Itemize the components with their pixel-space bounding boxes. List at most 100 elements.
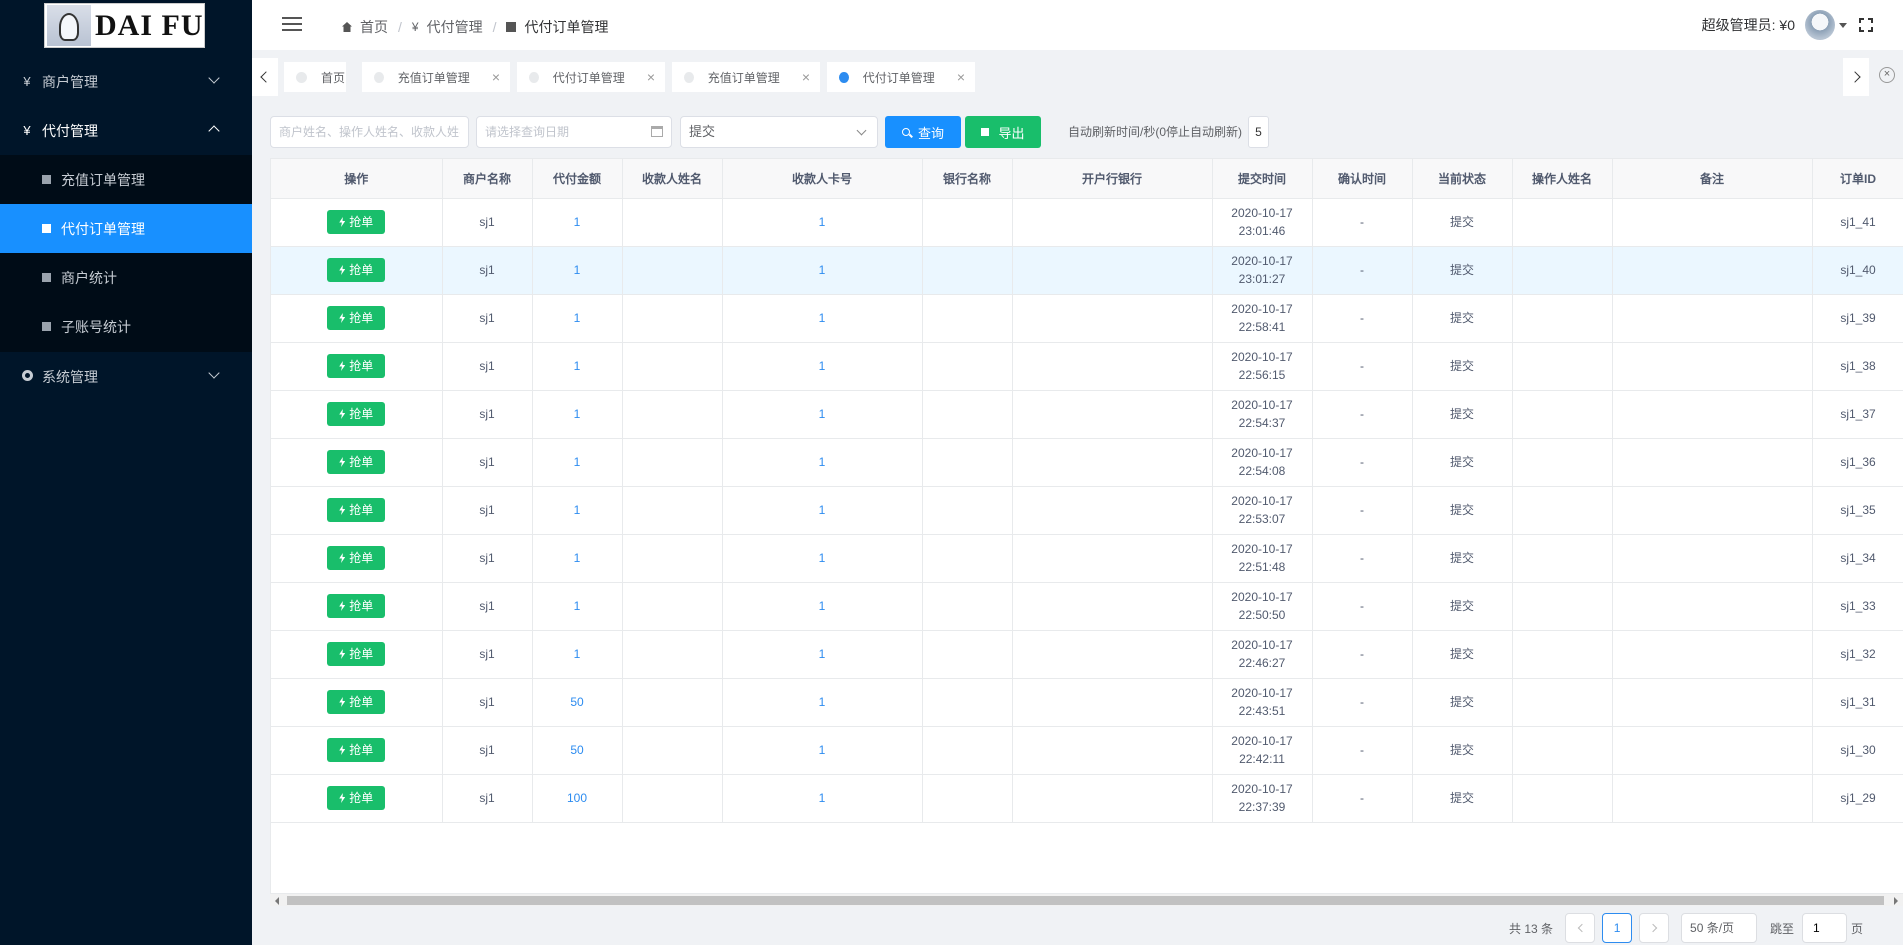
close-icon[interactable]: × bbox=[647, 69, 655, 85]
cell-operator bbox=[1512, 534, 1613, 583]
cell-submit-time: 2020-10-17 23:01:46 bbox=[1212, 198, 1313, 247]
breadcrumb-home[interactable]: 首页 bbox=[360, 17, 388, 37]
export-icon bbox=[981, 128, 990, 136]
close-icon[interactable]: × bbox=[957, 69, 965, 85]
avatar[interactable] bbox=[1805, 10, 1835, 40]
column-header: 代付金额 bbox=[532, 159, 623, 199]
cell-amount: 1 bbox=[532, 342, 623, 391]
tab-recharge-orders-2[interactable]: 充值订单管理 × bbox=[672, 62, 820, 92]
status-select[interactable]: 提交 bbox=[680, 116, 878, 148]
cell-card-number: 1 bbox=[722, 774, 923, 823]
cell-merchant: sj1 bbox=[442, 630, 533, 679]
query-button-label: 查询 bbox=[917, 125, 944, 141]
cell-branch-bank bbox=[1012, 246, 1213, 295]
submit-clock: 22:46:27 bbox=[1238, 656, 1286, 670]
grab-order-button[interactable]: 抢单 bbox=[327, 306, 386, 330]
cell-status: 提交 bbox=[1412, 486, 1513, 535]
query-button[interactable]: 查询 bbox=[885, 116, 961, 148]
cell-submit-time: 2020-10-17 22:58:41 bbox=[1212, 294, 1313, 343]
cell-merchant: sj1 bbox=[442, 726, 533, 775]
cell-action: 抢单 bbox=[271, 582, 443, 631]
fullscreen-icon[interactable] bbox=[1859, 18, 1873, 32]
grab-order-button[interactable]: 抢单 bbox=[327, 210, 386, 234]
cell-card-number: 1 bbox=[722, 486, 923, 535]
grab-order-button[interactable]: 抢单 bbox=[327, 498, 386, 522]
grab-order-button[interactable]: 抢单 bbox=[327, 690, 386, 714]
tab-home[interactable]: 首页 bbox=[284, 62, 346, 92]
cell-bank-name bbox=[922, 294, 1013, 343]
cell-amount: 1 bbox=[532, 198, 623, 247]
column-header: 当前状态 bbox=[1412, 159, 1513, 199]
tabs-scroll-left-icon[interactable] bbox=[252, 58, 278, 96]
cell-branch-bank bbox=[1012, 582, 1213, 631]
cell-card-number: 1 bbox=[722, 294, 923, 343]
cell-branch-bank bbox=[1012, 534, 1213, 583]
lightning-icon bbox=[339, 361, 346, 371]
auto-refresh-input[interactable] bbox=[1248, 116, 1269, 148]
export-button-label: 导出 bbox=[998, 125, 1025, 141]
tab-recharge-orders[interactable]: 充值订单管理 × bbox=[362, 62, 510, 92]
tab-payout-orders-active[interactable]: 代付订单管理 × bbox=[827, 62, 975, 92]
cell-bank-name bbox=[922, 630, 1013, 679]
scroll-right-icon[interactable] bbox=[1894, 897, 1898, 905]
grab-order-button[interactable]: 抢单 bbox=[327, 786, 386, 810]
page-number-button[interactable]: 1 bbox=[1602, 913, 1633, 943]
grab-order-button[interactable]: 抢单 bbox=[327, 546, 386, 570]
grab-order-button[interactable]: 抢单 bbox=[327, 450, 386, 474]
tabs-scroll-right-icon[interactable] bbox=[1843, 58, 1869, 96]
close-icon[interactable]: × bbox=[492, 69, 500, 85]
page-size-select[interactable]: 50 条/页 bbox=[1681, 913, 1758, 943]
menu-label: 系统管理 bbox=[42, 368, 98, 385]
horizontal-scrollbar[interactable] bbox=[270, 893, 1903, 906]
grab-order-button[interactable]: 抢单 bbox=[327, 258, 386, 282]
menu-toggle-icon[interactable] bbox=[282, 17, 302, 32]
breadcrumb-separator: / bbox=[492, 19, 497, 35]
scroll-left-icon[interactable] bbox=[275, 897, 279, 905]
cell-order-id: sj1_33 bbox=[1812, 582, 1903, 631]
submenu-subaccount-stats[interactable]: 子账号统计 bbox=[0, 302, 252, 351]
menu-system-management[interactable]: 系统管理 bbox=[0, 352, 252, 401]
scrollbar-thumb[interactable] bbox=[287, 896, 1884, 905]
date-input[interactable] bbox=[476, 116, 672, 148]
submit-clock: 22:54:37 bbox=[1238, 416, 1286, 430]
cell-submit-time: 2020-10-17 22:37:39 bbox=[1212, 774, 1313, 823]
cell-branch-bank bbox=[1012, 486, 1213, 535]
cell-payee bbox=[622, 534, 723, 583]
grab-order-button[interactable]: 抢单 bbox=[327, 738, 386, 762]
submenu-recharge-orders[interactable]: 充值订单管理 bbox=[0, 155, 252, 204]
submenu-merchant-stats[interactable]: 商户统计 bbox=[0, 253, 252, 302]
grab-order-button[interactable]: 抢单 bbox=[327, 354, 386, 378]
grab-order-button[interactable]: 抢单 bbox=[327, 594, 386, 618]
tab-payout-orders[interactable]: 代付订单管理 × bbox=[517, 62, 665, 92]
column-header: 备注 bbox=[1612, 159, 1813, 199]
grab-order-button[interactable]: 抢单 bbox=[327, 642, 386, 666]
cell-card-number: 1 bbox=[722, 630, 923, 679]
submit-date: 2020-10-17 bbox=[1231, 638, 1293, 652]
cell-status: 提交 bbox=[1412, 630, 1513, 679]
submit-date: 2020-10-17 bbox=[1231, 446, 1293, 460]
date-picker[interactable] bbox=[476, 116, 672, 148]
submit-clock: 22:43:51 bbox=[1238, 704, 1286, 718]
export-button[interactable]: 导出 bbox=[965, 116, 1041, 148]
caret-down-icon[interactable] bbox=[1839, 22, 1847, 28]
prev-page-button[interactable] bbox=[1565, 913, 1596, 943]
breadcrumb-payout[interactable]: 代付管理 bbox=[427, 17, 483, 37]
grab-order-label: 抢单 bbox=[349, 791, 374, 805]
grab-order-button[interactable]: 抢单 bbox=[327, 402, 386, 426]
cell-merchant: sj1 bbox=[442, 246, 533, 295]
menu-merchant-management[interactable]: ¥ 商户管理 bbox=[0, 57, 252, 106]
submenu-payout-orders[interactable]: 代付订单管理 bbox=[0, 204, 252, 253]
grab-order-label: 抢单 bbox=[349, 647, 374, 661]
grab-order-label: 抢单 bbox=[349, 743, 374, 757]
next-page-button[interactable] bbox=[1639, 913, 1670, 943]
close-all-tabs-icon[interactable] bbox=[1873, 58, 1903, 96]
cell-operator bbox=[1512, 726, 1613, 775]
cell-payee bbox=[622, 630, 723, 679]
name-search-input[interactable] bbox=[270, 116, 469, 148]
menu-payout-management[interactable]: ¥ 代付管理 bbox=[0, 106, 252, 155]
cell-order-id: sj1_41 bbox=[1812, 198, 1903, 247]
tab-dot-icon bbox=[684, 71, 694, 83]
jump-page-input[interactable] bbox=[1802, 913, 1848, 943]
user-area: 超级管理员: ¥0 bbox=[1702, 10, 1873, 40]
close-icon[interactable]: × bbox=[802, 69, 810, 85]
